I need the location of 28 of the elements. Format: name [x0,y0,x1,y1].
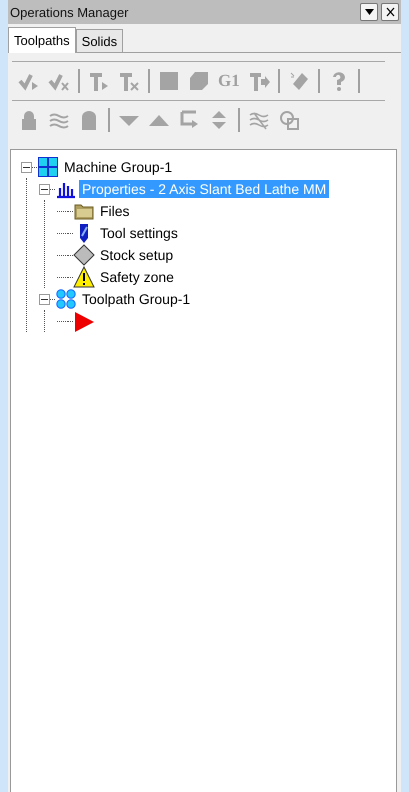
square-icon[interactable] [158,70,180,92]
warning-icon [73,266,95,288]
tree-item[interactable]: Machine Group-1 [61,158,176,176]
grid-icon [37,156,59,178]
tree-item[interactable]: Safety zone [97,268,177,286]
tree-item[interactable]: Toolpath Group-1 [79,290,194,308]
tree-item[interactable]: Stock setup [97,246,176,264]
tab[interactable]: Solids [76,29,124,52]
text-icon[interactable] [88,70,110,92]
dropdown-button[interactable] [360,3,378,21]
tree-item[interactable]: Files [97,202,133,220]
flag-icon [73,310,95,332]
arrow-icon[interactable] [178,109,200,131]
caret-icon [364,9,374,15]
panel-title: Operations Manager [10,4,130,20]
collapse-toggle[interactable] [39,184,50,194]
text-icon[interactable] [248,70,270,92]
shape-icon[interactable] [188,70,210,92]
close-button[interactable] [381,3,399,21]
diamond-icon [73,244,95,266]
tab[interactable]: Toolpaths [8,27,76,53]
circles-icon [55,288,77,310]
collapse-toggle[interactable] [39,294,50,304]
tree-item[interactable]: Tool settings [97,224,181,242]
text-icon[interactable] [118,70,140,92]
close-icon [386,7,394,17]
overlap-icon[interactable] [278,109,300,131]
collapse-toggle[interactable] [21,162,32,172]
